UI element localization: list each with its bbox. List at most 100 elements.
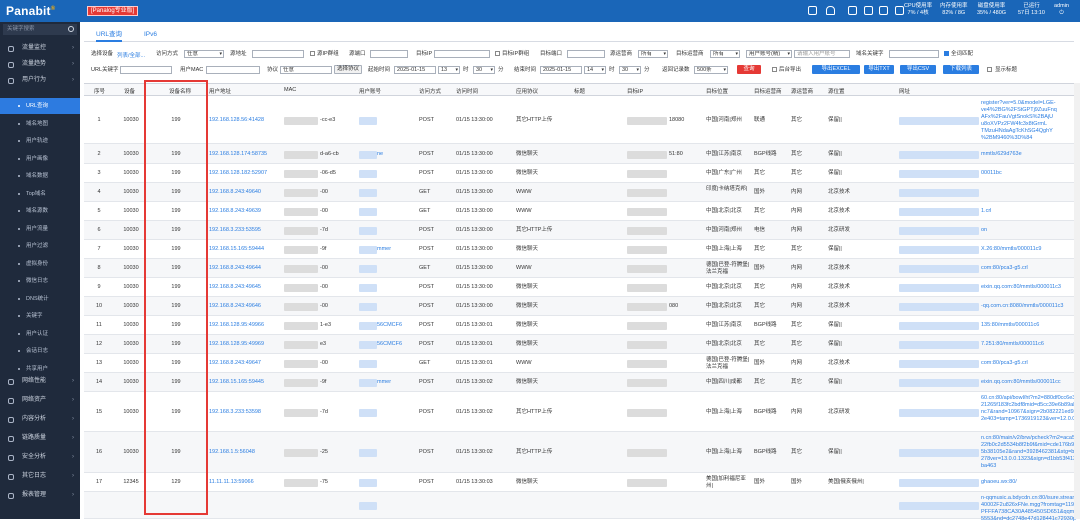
panabit-logo[interactable]: Panabit®: [6, 4, 55, 18]
column-header[interactable]: 目标IP: [627, 87, 643, 95]
column-header[interactable]: 设备: [124, 87, 135, 95]
cell-addr[interactable]: 192.168.1.5:56048: [209, 449, 255, 456]
column-header[interactable]: 访问时间: [456, 87, 478, 95]
table-row[interactable]: 12 10030 199 192.168.128.95:49969 e3 56CMCF6 P…: [84, 335, 1076, 354]
sidebar-item-13[interactable]: 用户认证: [0, 326, 80, 342]
cell-addr[interactable]: 192.168.8.243:49645: [209, 284, 261, 291]
cell-url[interactable]: com:80/pca3-g5.crl: [981, 360, 1028, 367]
dst-operator-select[interactable]: 所有: [710, 50, 740, 58]
cell-addr[interactable]: 192.168.8.243:49644: [209, 265, 261, 272]
sidebar-group-2[interactable]: 用户行为 ›: [0, 74, 80, 87]
dst-port-input[interactable]: [567, 50, 605, 58]
column-header[interactable]: 源位置: [828, 87, 845, 95]
sidebar-group-bottom-5[interactable]: 其它日志 ›: [0, 470, 80, 483]
table-row[interactable]: 16 10030 199 192.168.1.5:56048 -25 POST 01/15 …: [84, 432, 1076, 473]
search-icon[interactable]: [68, 26, 74, 32]
cell-url[interactable]: eixin.qq.com:80/mmtls/000011c3: [981, 284, 1061, 291]
user-account-input[interactable]: 请输入用户账号: [794, 50, 850, 58]
column-header[interactable]: MAC: [284, 87, 296, 93]
show-title-checkbox[interactable]: [987, 67, 992, 72]
sidebar-group-bottom-3[interactable]: 链路质量 ›: [0, 432, 80, 445]
cell-acct[interactable]: ne: [377, 151, 383, 158]
cell-url[interactable]: com:80/pca3-g5.crl: [981, 265, 1028, 272]
print-icon[interactable]: [879, 6, 888, 15]
user-mac-input[interactable]: [206, 66, 260, 74]
tab-url-query[interactable]: URL查询: [96, 30, 123, 42]
access-method-select[interactable]: 任意: [184, 50, 224, 58]
cell-addr[interactable]: 192.168.128.182:52907: [209, 170, 267, 177]
end-date-input[interactable]: 2025-01-15: [540, 66, 582, 74]
sidebar-search-input[interactable]: 关键字搜索: [3, 24, 77, 35]
cell-addr[interactable]: 192.168.128.174:58735: [209, 151, 267, 158]
sidebar-item-6[interactable]: 域名源数: [0, 203, 80, 219]
sidebar-item-4[interactable]: 域名数据: [0, 168, 80, 184]
cell-url[interactable]: 7.251:80/mmtls/000011c6: [981, 341, 1044, 348]
cell-url[interactable]: eixin.qq.com:80/mmtls/000011cc: [981, 379, 1061, 386]
cell-addr[interactable]: 192.168.3.233:53598: [209, 409, 261, 416]
end-min-select[interactable]: 30: [619, 66, 641, 74]
sidebar-group-bottom-0[interactable]: 网络性能 ›: [0, 375, 80, 388]
table-row[interactable]: 3 10030 199 192.168.128.182:52907 -06-d5 POST…: [84, 164, 1076, 183]
cell-addr[interactable]: 192.168.8.243:49640: [209, 189, 261, 196]
column-header[interactable]: 用户账号: [359, 87, 381, 95]
sidebar-group-1[interactable]: 流量趋势 ›: [0, 58, 80, 71]
table-row[interactable]: 4 10030 199 192.168.8.243:49640 -00 GET 01/15 …: [84, 183, 1076, 202]
column-header[interactable]: 应用协议: [516, 87, 538, 95]
table-row[interactable]: 1 10030 199 192.168.128.56:41428 -cc-e3 POST 0…: [84, 97, 1076, 144]
column-header[interactable]: 源运营商: [791, 87, 813, 95]
export-excel-button[interactable]: 导出EXCEL: [812, 65, 860, 74]
device-list-link[interactable]: 列表/全部...: [117, 51, 145, 59]
src-port-input[interactable]: [370, 50, 408, 58]
cell-addr[interactable]: 192.168.128.95:49969: [209, 341, 264, 348]
cell-addr[interactable]: 192.168.128.56:41428: [209, 117, 264, 124]
table-row[interactable]: 14 10030 199 192.168.15.165:59445 -9f mmer POS…: [84, 373, 1076, 392]
sidebar-item-2[interactable]: 用户轨迹: [0, 133, 80, 149]
cell-url[interactable]: 1.crl: [981, 208, 991, 215]
table-row[interactable]: 6 10030 199 192.168.3.233:53595 -7d POST 01/15…: [84, 221, 1076, 240]
bell-icon[interactable]: [826, 6, 835, 15]
tab-ipv6[interactable]: IPv6: [144, 30, 157, 42]
grid-icon[interactable]: [808, 6, 817, 15]
start-hour-select[interactable]: 13: [438, 66, 460, 74]
table-row[interactable]: n-qqmusic.a.bdycdn.cn:80/isure.stream.q …: [84, 492, 1076, 522]
cell-addr[interactable]: 192.168.8.243:49646: [209, 303, 261, 310]
column-header[interactable]: 用户地址: [209, 87, 231, 95]
dst-ip-input[interactable]: [434, 50, 490, 58]
admin-menu[interactable]: admin ⏻: [1054, 3, 1069, 17]
sidebar-item-12[interactable]: 关键字: [0, 308, 80, 324]
query-button[interactable]: 查询: [737, 65, 761, 74]
sidebar-item-9[interactable]: 虚拟身份: [0, 256, 80, 272]
cell-addr[interactable]: 192.168.3.233:53595: [209, 227, 261, 234]
exact-match-checkbox[interactable]: [944, 51, 949, 56]
cell-addr[interactable]: 192.168.8.243:49647: [209, 360, 261, 367]
column-header[interactable]: 目标位置: [706, 87, 728, 95]
cell-url[interactable]: ghaoeu.wx:80/: [981, 479, 1017, 486]
background-export-checkbox[interactable]: [772, 67, 777, 72]
return-count-select[interactable]: 500条: [694, 66, 728, 74]
table-row[interactable]: 15 10030 199 192.168.3.233:53598 -7d POST 01/1…: [84, 392, 1076, 432]
monitor-icon[interactable]: [895, 6, 904, 15]
cell-url[interactable]: 00011bc: [981, 170, 1002, 177]
cell-acct[interactable]: mmer: [377, 379, 391, 386]
sidebar-group-bottom-6[interactable]: 报表管理 ›: [0, 489, 80, 502]
export-txt-button[interactable]: 导出TXT: [864, 65, 894, 74]
src-ip-group-checkbox[interactable]: [310, 51, 315, 56]
cell-addr[interactable]: 192.168.128.95:49966: [209, 322, 264, 329]
src-addr-input[interactable]: [252, 50, 304, 58]
cell-url[interactable]: 60.cn:80/api/bowl/ht?m2=880df0cc6e30 212…: [981, 395, 1076, 423]
cell-acct[interactable]: 56CMCF6: [377, 322, 402, 329]
cell-url[interactable]: 135:80/mmtls/000011c6: [981, 322, 1039, 329]
column-header[interactable]: 网址: [899, 87, 910, 95]
cell-url[interactable]: n.cn:80/main/v2/brw/pcheck?m2=aca53af 22…: [981, 435, 1076, 470]
table-row[interactable]: 7 10030 199 192.168.15.165:59444 -9f mmer POST…: [84, 240, 1076, 259]
cell-acct[interactable]: 56CMCF6: [377, 341, 402, 348]
start-date-input[interactable]: 2025-01-15: [394, 66, 436, 74]
cell-url[interactable]: mmtls/629d763e: [981, 151, 1022, 158]
sidebar-item-0[interactable]: URL查询: [0, 98, 80, 114]
sidebar-item-8[interactable]: 用户过滤: [0, 238, 80, 254]
cell-url[interactable]: register?ver=5.0&model=LGE- ve4%2BG%2FSt…: [981, 100, 1076, 142]
desktop-icon[interactable]: [864, 6, 873, 15]
cell-url[interactable]: X.26:80/mmtls/000011c9: [981, 246, 1041, 253]
user-account-type-select[interactable]: 用户账号(精): [746, 50, 792, 58]
dst-ip-group-checkbox[interactable]: [495, 51, 500, 56]
